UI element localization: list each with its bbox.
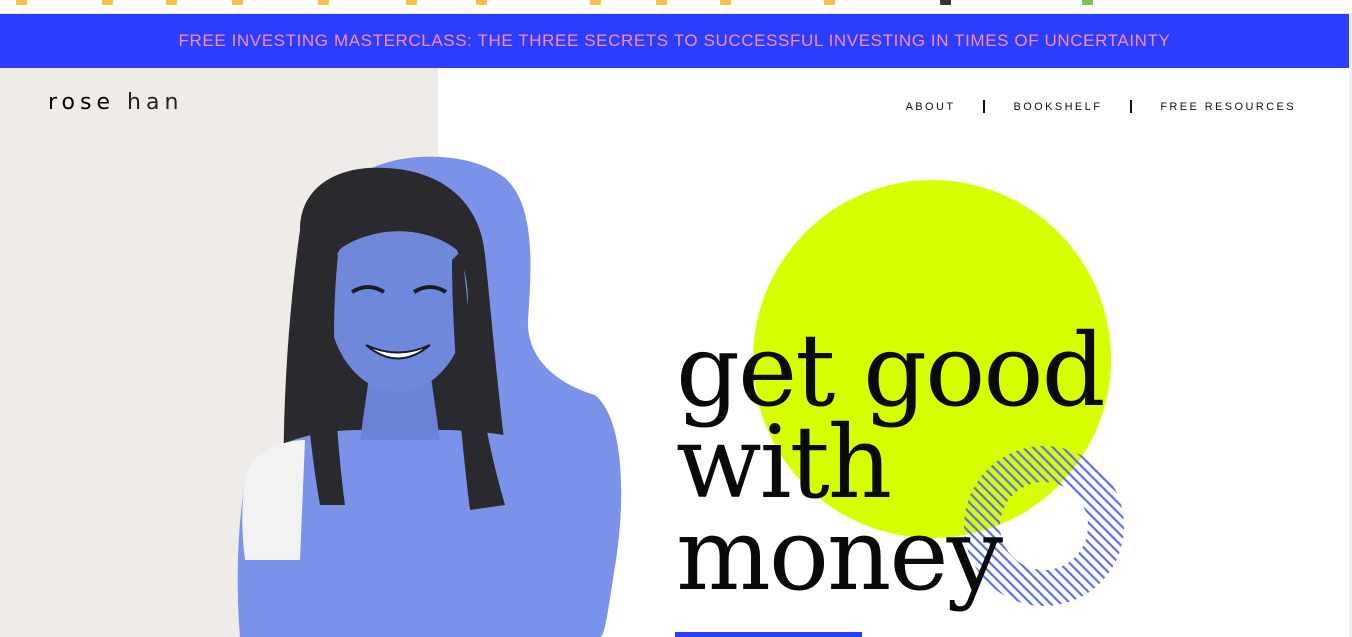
logo-first-word: rose	[48, 90, 116, 115]
hero-headline: get good with money	[676, 321, 1106, 613]
headline-line-3: money	[676, 496, 1003, 613]
site-logo[interactable]: rose han	[48, 90, 183, 115]
logo-second-word: han	[127, 90, 184, 115]
main-nav: ABOUT BOOKSHELF FREE RESOURCES	[906, 100, 1296, 113]
nav-free-resources[interactable]: FREE RESOURCES	[1160, 101, 1296, 113]
cta-button-top[interactable]	[675, 632, 862, 637]
nav-divider	[1130, 100, 1133, 113]
nav-bookshelf[interactable]: BOOKSHELF	[1013, 101, 1102, 113]
nav-divider	[983, 100, 986, 113]
nav-about[interactable]: ABOUT	[906, 101, 956, 113]
